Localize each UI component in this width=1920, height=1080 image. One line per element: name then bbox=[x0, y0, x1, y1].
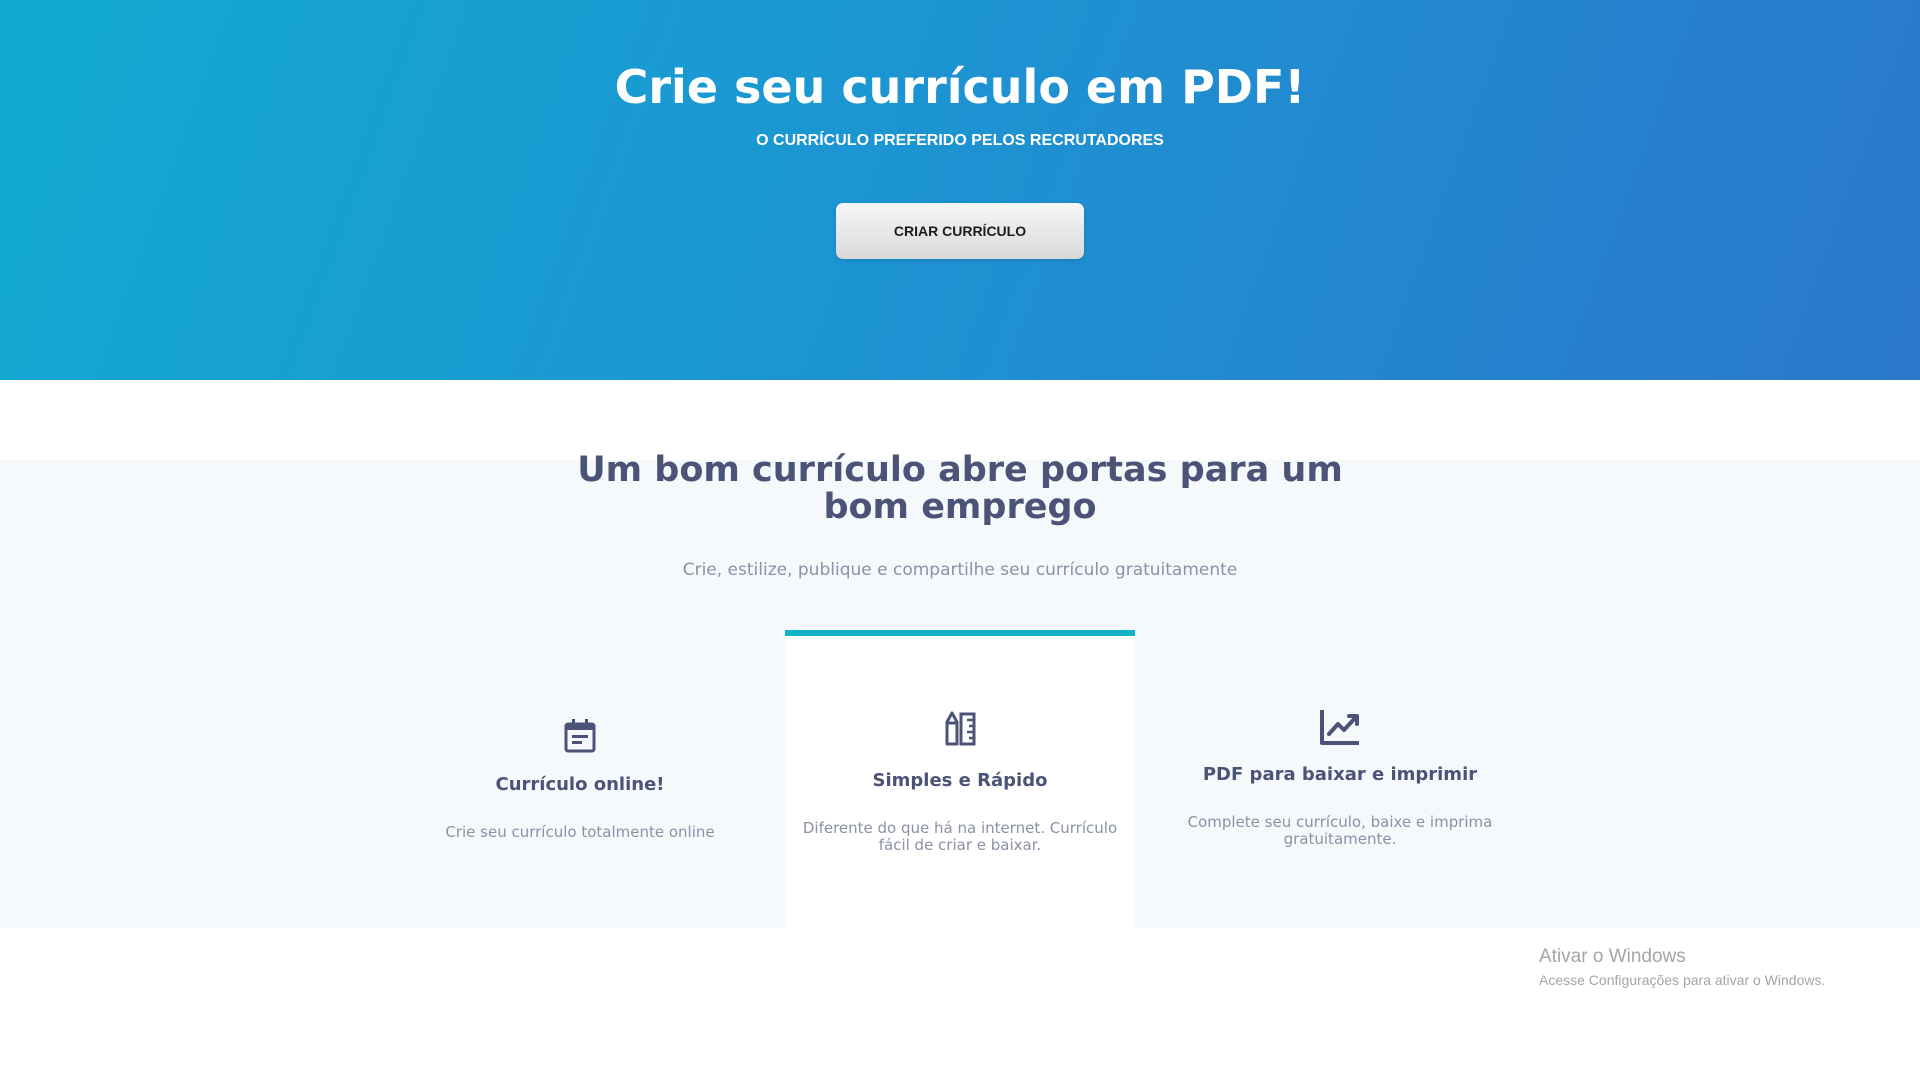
feature-card-simple: Simples e Rápido Diferente do que há na … bbox=[785, 630, 1135, 934]
hero-title: Crie seu currículo em PDF! bbox=[614, 60, 1306, 114]
features-subtitle: Crie, estilize, publique e compartilhe s… bbox=[682, 560, 1238, 580]
create-resume-button[interactable]: CRIAR CURRÍCULO bbox=[836, 203, 1084, 259]
feature-card-online: Currículo online! Crie seu currículo tot… bbox=[405, 630, 755, 928]
feature-card-text: Diferente do que há na internet. Currícu… bbox=[802, 819, 1118, 854]
feature-card-text: Complete seu currículo, baixe e imprima … bbox=[1187, 813, 1493, 848]
features-title: Um bom currículo abre portas para um bom… bbox=[577, 450, 1343, 527]
pencil-ruler-icon bbox=[785, 710, 1135, 748]
feature-card-text: Crie seu currículo totalmente online bbox=[445, 823, 715, 841]
line-chart-icon bbox=[1165, 708, 1515, 746]
calendar-icon bbox=[405, 718, 755, 754]
windows-activation-subtitle: Acesse Configurações para ativar o Windo… bbox=[1539, 972, 1826, 988]
hero-subtitle: O CURRÍCULO PREFERIDO PELOS RECRUTADORES bbox=[756, 132, 1164, 149]
feature-card-title: PDF para baixar e imprimir bbox=[1202, 764, 1478, 785]
windows-activation-title: Ativar o Windows bbox=[1539, 946, 1686, 967]
feature-card-title: Currículo online! bbox=[495, 774, 665, 795]
hero-section: Crie seu currículo em PDF! O CURRÍCULO P… bbox=[0, 0, 1920, 380]
feature-card-title: Simples e Rápido bbox=[872, 770, 1048, 791]
feature-card-pdf: PDF para baixar e imprimir Complete seu … bbox=[1165, 630, 1515, 928]
